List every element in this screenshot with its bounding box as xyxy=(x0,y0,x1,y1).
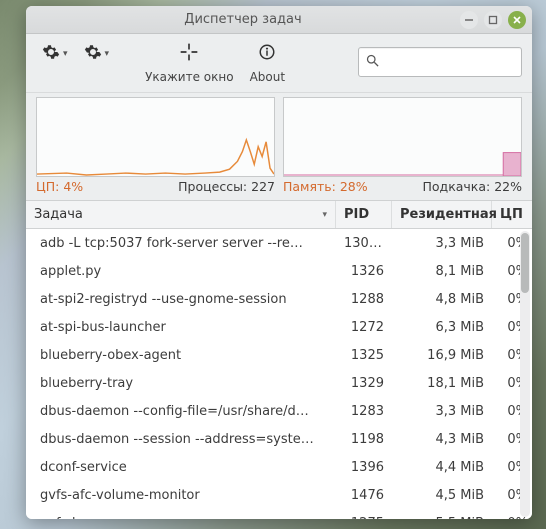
settings-menu-2[interactable]: ▾ xyxy=(78,40,116,84)
table-row[interactable]: at-spi-bus-launcher12726,3 MiB0% xyxy=(26,313,532,341)
table-row[interactable]: applet.py13268,1 MiB0% xyxy=(26,257,532,285)
select-window-button[interactable]: Укажите окно xyxy=(139,40,240,84)
column-task[interactable]: Задача ▾ xyxy=(26,201,336,228)
minimize-button[interactable] xyxy=(460,11,478,29)
swap-stat: Подкачка: 22% xyxy=(423,179,523,194)
titlebar[interactable]: Диспетчер задач xyxy=(26,6,532,34)
scrollbar-thumb[interactable] xyxy=(521,233,529,293)
scrollbar[interactable] xyxy=(520,231,530,517)
search-input[interactable] xyxy=(380,55,532,70)
cell-memory: 4,8 MiB xyxy=(392,292,492,307)
cell-memory: 4,5 MiB xyxy=(392,488,492,503)
cell-memory: 5,5 MiB xyxy=(392,516,492,520)
graphs-panel xyxy=(26,93,532,177)
cell-task: dconf-service xyxy=(26,460,336,475)
cell-memory: 6,3 MiB xyxy=(392,320,492,335)
cell-task: at-spi-bus-launcher xyxy=(26,320,336,335)
cell-memory: 16,9 MiB xyxy=(392,348,492,363)
column-cpu[interactable]: ЦП xyxy=(492,201,532,228)
table-row[interactable]: dbus-daemon --config-file=/usr/share/d…1… xyxy=(26,397,532,425)
cell-memory: 8,1 MiB xyxy=(392,264,492,279)
gear-icon xyxy=(42,43,60,65)
table-row[interactable]: dbus-daemon --session --address=syste…11… xyxy=(26,425,532,453)
window-title: Диспетчер задач xyxy=(32,12,454,27)
cell-task: adb -L tcp:5037 fork-server server --re… xyxy=(26,236,336,251)
chevron-down-icon: ▾ xyxy=(105,49,110,59)
cell-pid: 1288 xyxy=(336,292,392,307)
table-header: Задача ▾ PID Резидентная ЦП xyxy=(26,201,532,229)
cell-pid: 1325 xyxy=(336,348,392,363)
cell-memory: 18,1 MiB xyxy=(392,376,492,391)
cell-pid: 1329 xyxy=(336,376,392,391)
search-field[interactable] xyxy=(358,47,522,77)
gear-icon xyxy=(84,43,102,65)
table-row[interactable]: gvfs-afc-volume-monitor14764,5 MiB0% xyxy=(26,481,532,509)
memory-stat: Память: 28% xyxy=(283,179,368,194)
crosshair-icon xyxy=(179,42,199,66)
search-icon xyxy=(365,53,380,72)
settings-menu-1[interactable]: ▾ xyxy=(36,40,74,84)
cell-task: at-spi2-registryd --use-gnome-session xyxy=(26,292,336,307)
process-list: adb -L tcp:5037 fork-server server --re…… xyxy=(26,229,532,519)
cpu-stat: ЦП: 4% xyxy=(36,179,83,194)
cell-task: dbus-daemon --session --address=syste… xyxy=(26,432,336,447)
cell-task: gvfsd xyxy=(26,516,336,520)
cell-task: applet.py xyxy=(26,264,336,279)
sort-indicator-icon: ▾ xyxy=(322,210,327,220)
table-row[interactable]: blueberry-obex-agent132516,9 MiB0% xyxy=(26,341,532,369)
info-icon xyxy=(258,43,276,65)
memory-graph xyxy=(283,97,522,177)
cell-pid: 1326 xyxy=(336,264,392,279)
column-pid[interactable]: PID xyxy=(336,201,392,228)
cell-memory: 3,3 MiB xyxy=(392,236,492,251)
cell-memory: 4,3 MiB xyxy=(392,432,492,447)
cell-memory: 3,3 MiB xyxy=(392,404,492,419)
cell-memory: 4,4 MiB xyxy=(392,460,492,475)
stats-bar: ЦП: 4% Процессы: 227 Память: 28% Подкачк… xyxy=(26,177,532,201)
toolbar: ▾ ▾ Укажите окно xyxy=(26,34,532,93)
table-row[interactable]: blueberry-tray132918,1 MiB0% xyxy=(26,369,532,397)
chevron-down-icon: ▾ xyxy=(63,49,68,59)
maximize-button[interactable] xyxy=(484,11,502,29)
process-count: Процессы: 227 xyxy=(178,179,275,194)
cell-pid: 13048 xyxy=(336,236,392,251)
about-button[interactable]: About xyxy=(244,40,291,84)
table-row[interactable]: dconf-service13964,4 MiB0% xyxy=(26,453,532,481)
cell-pid: 1396 xyxy=(336,460,392,475)
cell-pid: 1283 xyxy=(336,404,392,419)
select-window-label: Укажите окно xyxy=(145,70,234,84)
task-manager-window: Диспетчер задач ▾ ▾ xyxy=(26,6,532,519)
close-button[interactable] xyxy=(508,11,526,29)
column-memory[interactable]: Резидентная xyxy=(392,201,492,228)
table-row[interactable]: gvfsd12755,5 MiB0% xyxy=(26,509,532,519)
cell-pid: 1272 xyxy=(336,320,392,335)
cell-pid: 1275 xyxy=(336,516,392,520)
cell-task: dbus-daemon --config-file=/usr/share/d… xyxy=(26,404,336,419)
table-row[interactable]: adb -L tcp:5037 fork-server server --re…… xyxy=(26,229,532,257)
cell-task: gvfs-afc-volume-monitor xyxy=(26,488,336,503)
cell-pid: 1476 xyxy=(336,488,392,503)
table-row[interactable]: at-spi2-registryd --use-gnome-session128… xyxy=(26,285,532,313)
about-label: About xyxy=(250,70,285,84)
cpu-graph xyxy=(36,97,275,177)
cell-pid: 1198 xyxy=(336,432,392,447)
cell-task: blueberry-tray xyxy=(26,376,336,391)
cell-task: blueberry-obex-agent xyxy=(26,348,336,363)
